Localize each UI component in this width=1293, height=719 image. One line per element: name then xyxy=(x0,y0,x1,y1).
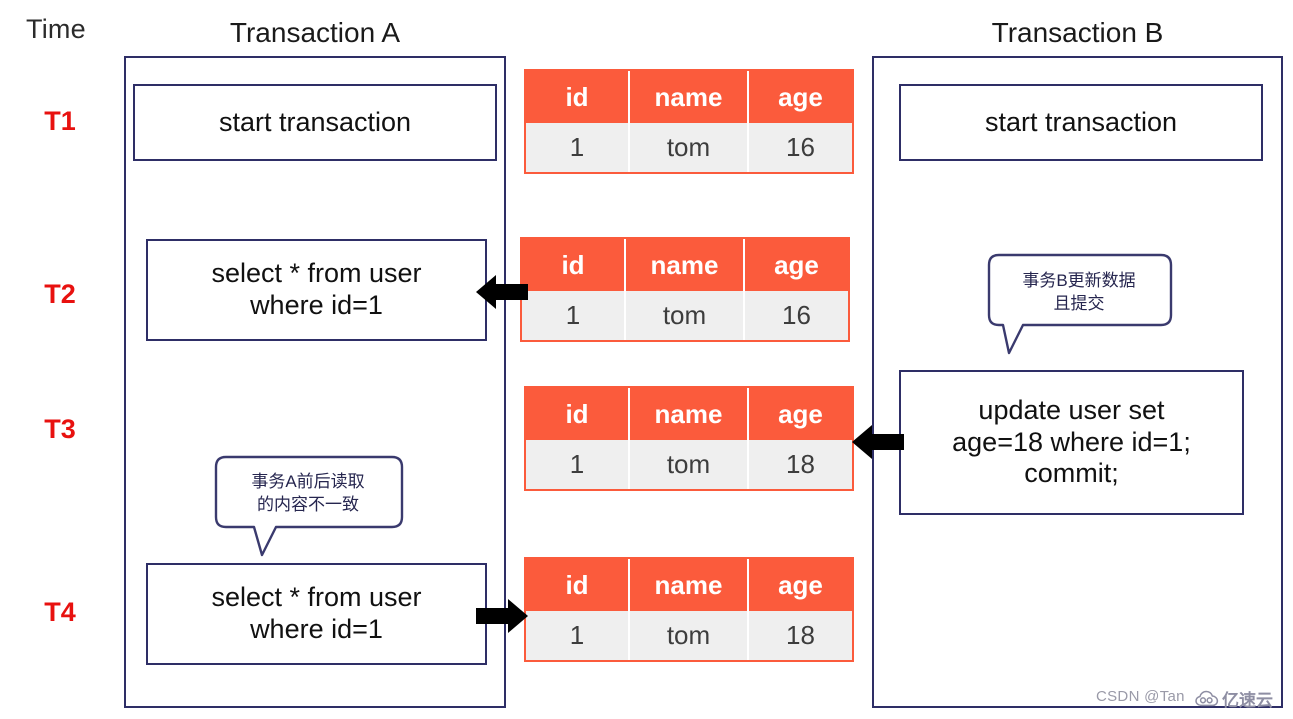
callout-bubble-transaction-a xyxy=(214,455,404,557)
transaction-a-title: Transaction A xyxy=(229,17,401,48)
transaction-b-statement-t3: update user set age=18 where id=1; commi… xyxy=(899,370,1244,515)
data-table-t3: id name age 1 tom 18 xyxy=(524,386,854,491)
time-tick-t2: T2 xyxy=(44,279,76,309)
transaction-b-statement-t1: start transaction xyxy=(899,84,1263,161)
table-header-row: id name age xyxy=(526,388,852,440)
column-header-name: name xyxy=(630,559,749,611)
statement-text: start transaction xyxy=(984,106,1178,137)
table-header-row: id name age xyxy=(526,71,852,123)
transaction-a-statement-t2: select * from user where id=1 xyxy=(146,239,487,341)
table-header-row: id name age xyxy=(522,239,848,291)
site-logo: 亿速云 xyxy=(1195,686,1273,711)
arrow-right-icon-t4 xyxy=(476,599,528,633)
table-row: 1 tom 16 xyxy=(522,291,848,340)
column-header-id: id xyxy=(526,71,630,123)
column-header-id: id xyxy=(526,388,630,440)
column-header-age: age xyxy=(774,249,819,280)
transaction-a-statement-t1: start transaction xyxy=(133,84,497,161)
cell-age: 16 xyxy=(786,132,815,162)
cell-id: 1 xyxy=(526,123,630,172)
table-row: 1 tom 16 xyxy=(526,123,852,172)
statement-text: select * from user where id=1 xyxy=(211,582,422,644)
cell-name: tom xyxy=(630,123,749,172)
cell-id: 1 xyxy=(526,611,630,660)
cell-name: tom xyxy=(630,440,749,489)
data-table-t1: id name age 1 tom 16 xyxy=(524,69,854,174)
table-row: 1 tom 18 xyxy=(526,440,852,489)
column-header-age: age xyxy=(778,569,823,600)
statement-text: select * from user where id=1 xyxy=(211,258,422,320)
cell-age: 18 xyxy=(786,449,815,479)
data-table-t4: id name age 1 tom 18 xyxy=(524,557,854,662)
column-header-name: name xyxy=(630,71,749,123)
cloud-logo-icon xyxy=(1195,690,1219,706)
statement-text: start transaction xyxy=(218,106,412,137)
column-header-id: id xyxy=(522,239,626,291)
cell-id: 1 xyxy=(526,440,630,489)
callout-bubble-transaction-b xyxy=(987,253,1173,355)
cell-name: tom xyxy=(626,291,745,340)
transaction-b-title: Transaction B xyxy=(991,17,1164,48)
arrow-left-icon-t2 xyxy=(476,275,528,309)
data-table-t2: id name age 1 tom 16 xyxy=(520,237,850,342)
column-header-age: age xyxy=(778,398,823,429)
column-header-id: id xyxy=(526,559,630,611)
time-axis-label: Time xyxy=(26,14,86,44)
cell-age: 16 xyxy=(782,300,811,330)
table-header-row: id name age xyxy=(526,559,852,611)
csdn-watermark: CSDN @Tan xyxy=(1096,688,1185,705)
transaction-a-statement-t4: select * from user where id=1 xyxy=(146,563,487,665)
arrow-left-icon-t3 xyxy=(852,425,904,459)
time-tick-t4: T4 xyxy=(44,597,76,627)
column-header-name: name xyxy=(626,239,745,291)
column-header-age: age xyxy=(778,81,823,112)
cell-age: 18 xyxy=(786,620,815,650)
time-tick-t1: T1 xyxy=(44,106,76,136)
site-logo-text: 亿速云 xyxy=(1222,691,1273,710)
table-row: 1 tom 18 xyxy=(526,611,852,660)
time-tick-t3: T3 xyxy=(44,414,76,444)
cell-id: 1 xyxy=(522,291,626,340)
diagram-canvas: Time Transaction A Transaction B T1 T2 T… xyxy=(0,0,1293,719)
statement-text: update user set age=18 where id=1; commi… xyxy=(952,394,1191,489)
column-header-name: name xyxy=(630,388,749,440)
cell-name: tom xyxy=(630,611,749,660)
